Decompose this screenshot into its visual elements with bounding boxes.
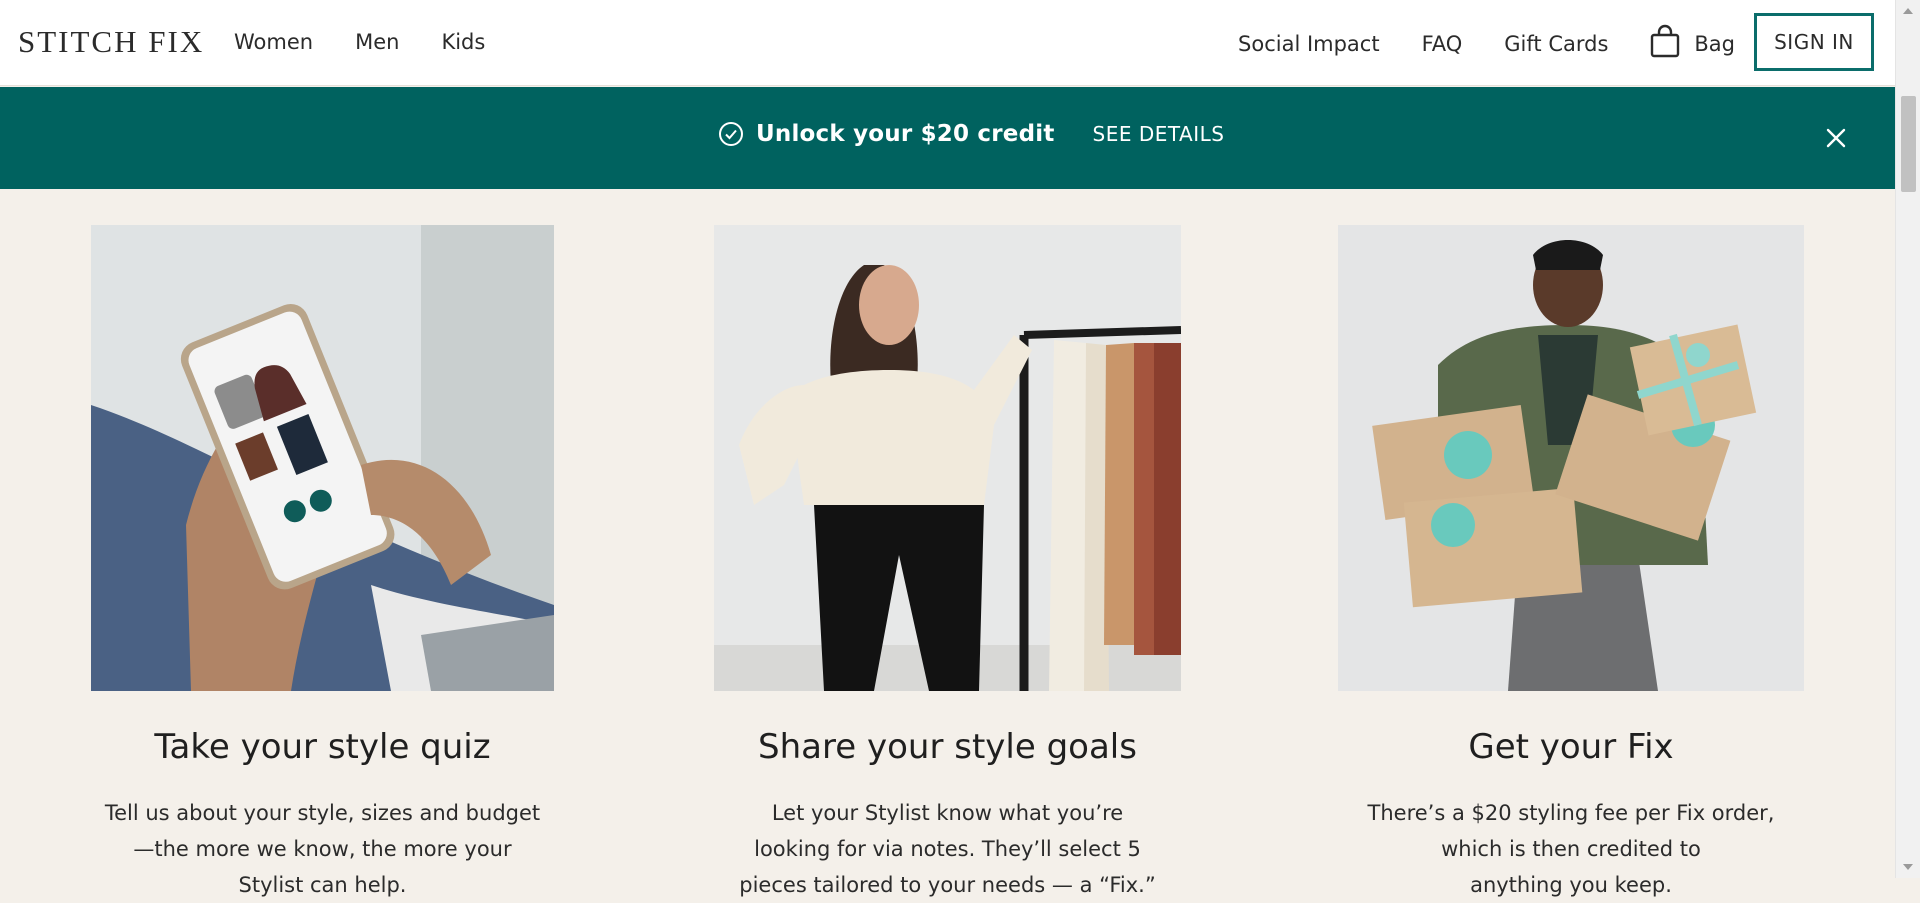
nav-gift-cards-link[interactable]: Gift Cards <box>1504 32 1608 56</box>
site-header: STITCH FIX Women Men Kids Social Impact … <box>0 0 1895 86</box>
see-details-link[interactable]: SEE DETAILS <box>1093 122 1225 146</box>
sign-in-button[interactable]: SIGN IN <box>1754 13 1874 71</box>
nav-men-link[interactable]: Men <box>355 30 399 54</box>
close-banner-button[interactable] <box>1821 123 1851 153</box>
man-holding-boxes-illustration <box>1338 225 1804 691</box>
step-1-title: Take your style quiz <box>154 727 491 767</box>
step-get-fix: Get your Fix There’s a $20 styling fee p… <box>1338 225 1804 903</box>
step-1-body: Tell us about your style, sizes and budg… <box>104 801 541 897</box>
promo-text: Unlock your $20 credit <box>756 121 1055 147</box>
step-2-title: Share your style goals <box>758 727 1137 767</box>
close-icon <box>1826 128 1846 148</box>
get-fix-image <box>1338 225 1804 691</box>
promo-banner: Unlock your $20 credit SEE DETAILS <box>0 87 1895 189</box>
step-3-title: Get your Fix <box>1468 727 1674 767</box>
bag-icon <box>1651 24 1680 58</box>
page-scrollbar[interactable] <box>1895 0 1920 878</box>
step-2-body: Let your Stylist know what you’re lookin… <box>739 801 1156 897</box>
scrollbar-thumb[interactable] <box>1901 96 1916 192</box>
step-style-goals: Share your style goals Let your Stylist … <box>714 225 1181 903</box>
nav-faq-link[interactable]: FAQ <box>1422 32 1463 56</box>
secondary-nav: Social Impact FAQ Gift Cards Bag <box>1238 24 1735 58</box>
primary-nav: Women Men Kids <box>234 30 485 54</box>
scroll-up-arrow-icon[interactable] <box>1903 8 1913 14</box>
check-circle-icon <box>719 122 743 146</box>
stylist-with-clothing-rack-illustration <box>714 225 1181 691</box>
step-style-quiz: Take your style quiz Tell us about your … <box>91 225 554 903</box>
nav-women-link[interactable]: Women <box>234 30 313 54</box>
style-goals-image <box>714 225 1181 691</box>
nav-kids-link[interactable]: Kids <box>441 30 485 54</box>
scroll-down-arrow-icon[interactable] <box>1903 864 1913 870</box>
step-3-body: There’s a $20 styling fee per Fix order,… <box>1367 801 1775 897</box>
style-quiz-image <box>91 225 554 691</box>
bag-button[interactable]: Bag <box>1650 24 1735 58</box>
nav-social-impact-link[interactable]: Social Impact <box>1238 32 1380 56</box>
stitch-fix-logo[interactable]: STITCH FIX <box>18 24 204 60</box>
phone-in-hand-illustration <box>91 225 554 691</box>
promo-content: Unlock your $20 credit SEE DETAILS <box>718 121 1224 147</box>
bag-label: Bag <box>1694 32 1735 56</box>
